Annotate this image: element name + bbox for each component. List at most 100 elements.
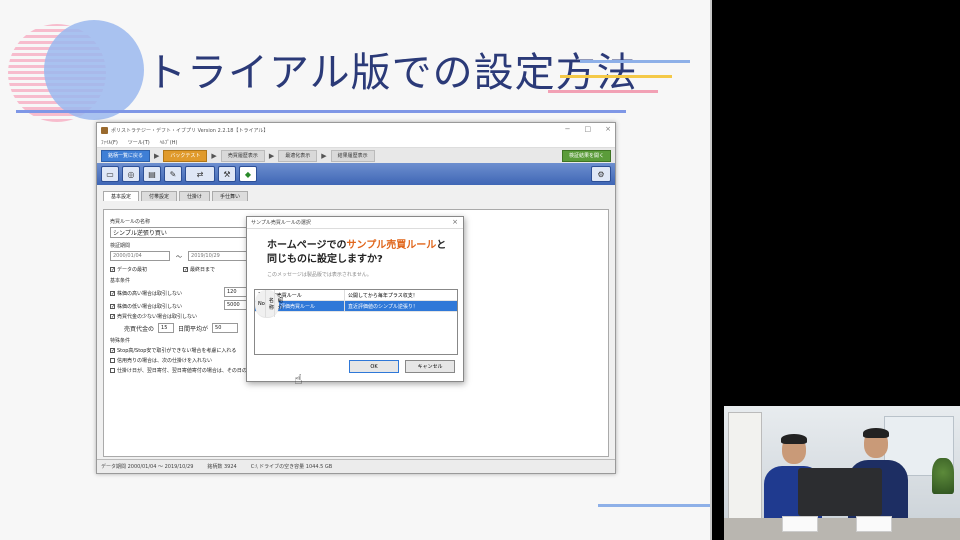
- step-navigation: 銘柄一覧に戻る ▶ バックテスト ▶ 売買履歴表示 ▶ 最適化表示 ▶ 結果履歴…: [97, 147, 615, 163]
- checkbox[interactable]: [110, 368, 115, 373]
- check-label: 売買代金の少ない場合は取引しない: [117, 314, 198, 320]
- decorative-circle-blue: [44, 20, 144, 120]
- beginner-mark-icon[interactable]: ◆: [239, 166, 257, 182]
- menu-tools[interactable]: ツール(T): [128, 139, 150, 146]
- tab-additional-settings[interactable]: 付帯設定: [141, 191, 178, 201]
- question-line2: 同じものに設定しますか?: [267, 254, 383, 265]
- cond3-unit-label: 日間平均が: [178, 325, 209, 333]
- check-label: 株価の高い場合は取引しない: [117, 291, 183, 297]
- list-item-selected[interactable]: 2 直近評価売買ルール 直近評価値のシンプル逆張り！: [255, 301, 457, 312]
- checkbox[interactable]: [110, 267, 115, 272]
- presenter-hair: [863, 428, 889, 438]
- decorative-line: [548, 90, 658, 93]
- step-trade-history[interactable]: 売買履歴表示: [220, 149, 265, 162]
- cond3-sub-label: 売買代金の: [124, 325, 155, 333]
- date-from-input[interactable]: 2000/01/04: [110, 251, 170, 261]
- open-icon[interactable]: ◎: [122, 166, 140, 182]
- app-titlebar: ポリストラテジー・デフト・イブプリ Version 2.2.18【トライアル】 …: [97, 123, 615, 137]
- check-cond2[interactable]: 株価の低い場合は取引しない: [110, 303, 220, 310]
- status-period: データ期間 2000/01/04 〜 2019/10/29: [101, 464, 194, 470]
- dialog-titlebar: サンプル売買ルールの選択 ×: [247, 217, 463, 229]
- checkbox[interactable]: [110, 291, 115, 296]
- col-description[interactable]: 紹介: [275, 290, 283, 317]
- col-no[interactable]: No: [255, 290, 266, 317]
- list-item[interactable]: 1 HP売買ルール 公開してから毎年プラス収支！: [255, 290, 457, 301]
- checkbox[interactable]: [183, 267, 189, 272]
- nameplate: [782, 516, 818, 532]
- checkbox[interactable]: [110, 358, 115, 363]
- checkbox[interactable]: [110, 314, 115, 319]
- cond3-amount-input[interactable]: 50: [212, 323, 239, 333]
- col-name[interactable]: 名称: [266, 290, 275, 317]
- presentation-slide: トライアル版での設定方法 ポリストラテジー・デフト・イブプリ Version 2…: [0, 0, 712, 540]
- status-bar: データ期間 2000/01/04 〜 2019/10/29 銘柄数 3924 C…: [97, 459, 615, 473]
- dialog-close-button[interactable]: ×: [452, 218, 458, 226]
- app-title: ポリストラテジー・デフト・イブプリ Version 2.2.18【トライアル】: [111, 127, 269, 134]
- edit-icon[interactable]: ✎: [164, 166, 182, 182]
- window-controls: − □ ×: [565, 125, 611, 133]
- decorative-line: [560, 75, 672, 78]
- tab-entry[interactable]: 仕掛け: [179, 191, 211, 201]
- presenter-hair: [781, 434, 807, 444]
- menu-file[interactable]: ﾌｧｲﾙ(F): [101, 139, 118, 146]
- arrow-right-icon: ▶: [268, 151, 275, 160]
- screen: トライアル版での設定方法 ポリストラテジー・デフト・イブプリ Version 2…: [0, 0, 960, 540]
- arrow-right-icon: ▶: [211, 151, 217, 160]
- app-icon: [101, 126, 108, 134]
- check-label: データの最初: [117, 267, 148, 273]
- check-label: 株価の低い場合は取引しない: [117, 304, 183, 310]
- tab-exit[interactable]: 手仕舞い: [212, 191, 249, 201]
- tab-basic-settings[interactable]: 基本設定: [103, 191, 140, 201]
- sample-rule-list: No 名称 紹介 1 HP売買ルール 公開してから毎年プラス収支！ 2 直近評価…: [254, 289, 458, 355]
- date-to-input[interactable]: 2019/10/29: [188, 251, 249, 261]
- dialog-note: このメッセージは製品版では表示されません。: [267, 272, 372, 278]
- question-text: ホームページでの: [267, 240, 347, 251]
- open-results-button[interactable]: 検証結果を開く: [561, 149, 611, 162]
- cond3-days-input[interactable]: 15: [158, 323, 175, 333]
- step-back-to-list[interactable]: 銘柄一覧に戻る: [101, 149, 151, 162]
- range-separator: 〜: [176, 253, 183, 261]
- checkbox[interactable]: [110, 348, 115, 353]
- menu-bar: ﾌｧｲﾙ(F) ツール(T) ﾍﾙﾌﾟ(H): [97, 137, 615, 147]
- checkbox[interactable]: [110, 304, 115, 309]
- hand-cursor-icon: ☝: [294, 372, 303, 388]
- sample-rule-dialog: サンプル売買ルールの選択 × ホームページでのサンプル売買ルールと 同じものに設…: [246, 216, 464, 382]
- dialog-title: サンプル売買ルールの選択: [251, 220, 311, 226]
- new-icon[interactable]: ▭: [101, 166, 119, 182]
- minimize-button[interactable]: −: [565, 125, 571, 133]
- settings-icon[interactable]: ⚙: [591, 166, 611, 182]
- tools-icon[interactable]: ⚒: [218, 166, 236, 182]
- dialog-buttons: OK キャンセル: [349, 360, 455, 373]
- save-icon[interactable]: ▤: [143, 166, 161, 182]
- maximize-button[interactable]: □: [585, 125, 592, 133]
- step-backtest[interactable]: バックテスト: [163, 149, 208, 162]
- check-last-day[interactable]: 最終日まで: [183, 266, 215, 273]
- run-icon[interactable]: ⇄: [185, 166, 215, 182]
- webcam-overlay: [724, 406, 960, 540]
- tab-strip: 基本設定 付帯設定 仕掛け 手仕舞い: [97, 189, 615, 201]
- close-button[interactable]: ×: [605, 125, 611, 133]
- laptop: [798, 468, 882, 516]
- decorative-line: [580, 60, 690, 63]
- nameplate: [856, 516, 892, 532]
- status-count: 銘柄数 3924: [207, 464, 237, 470]
- question-text: と: [436, 240, 447, 251]
- question-highlight: サンプル売買ルール: [346, 240, 437, 251]
- ok-button[interactable]: OK: [349, 360, 399, 373]
- arrow-right-icon: ▶: [154, 151, 160, 160]
- menu-help[interactable]: ﾍﾙﾌﾟ(H): [160, 139, 178, 146]
- list-header: No 名称 紹介: [255, 290, 283, 318]
- toolbar: ▭ ◎ ▤ ✎ ⇄ ⚒ ◆ ⚙: [97, 163, 615, 185]
- step-optimization[interactable]: 最適化表示: [278, 149, 318, 162]
- status-drive: C:\ ドライブの空き容量 1044.5 GB: [250, 464, 333, 470]
- check-label: Stop高/Stop安で取引ができない場合を考慮に入れる: [117, 348, 237, 354]
- cancel-button[interactable]: キャンセル: [405, 360, 455, 373]
- webcam-plant: [932, 458, 954, 494]
- row-description: 公開してから毎年プラス収支！: [348, 292, 418, 299]
- rule-name-combo[interactable]: シンプル逆張り買い: [110, 227, 258, 238]
- step-result-history[interactable]: 結果履歴表示: [330, 149, 375, 162]
- decorative-line: [598, 504, 710, 507]
- check-cond1[interactable]: 株価の高い場合は取引しない: [110, 290, 220, 297]
- check-data-start[interactable]: データの最初: [110, 266, 147, 273]
- row-description: 直近評価値のシンプル逆張り！: [348, 303, 418, 310]
